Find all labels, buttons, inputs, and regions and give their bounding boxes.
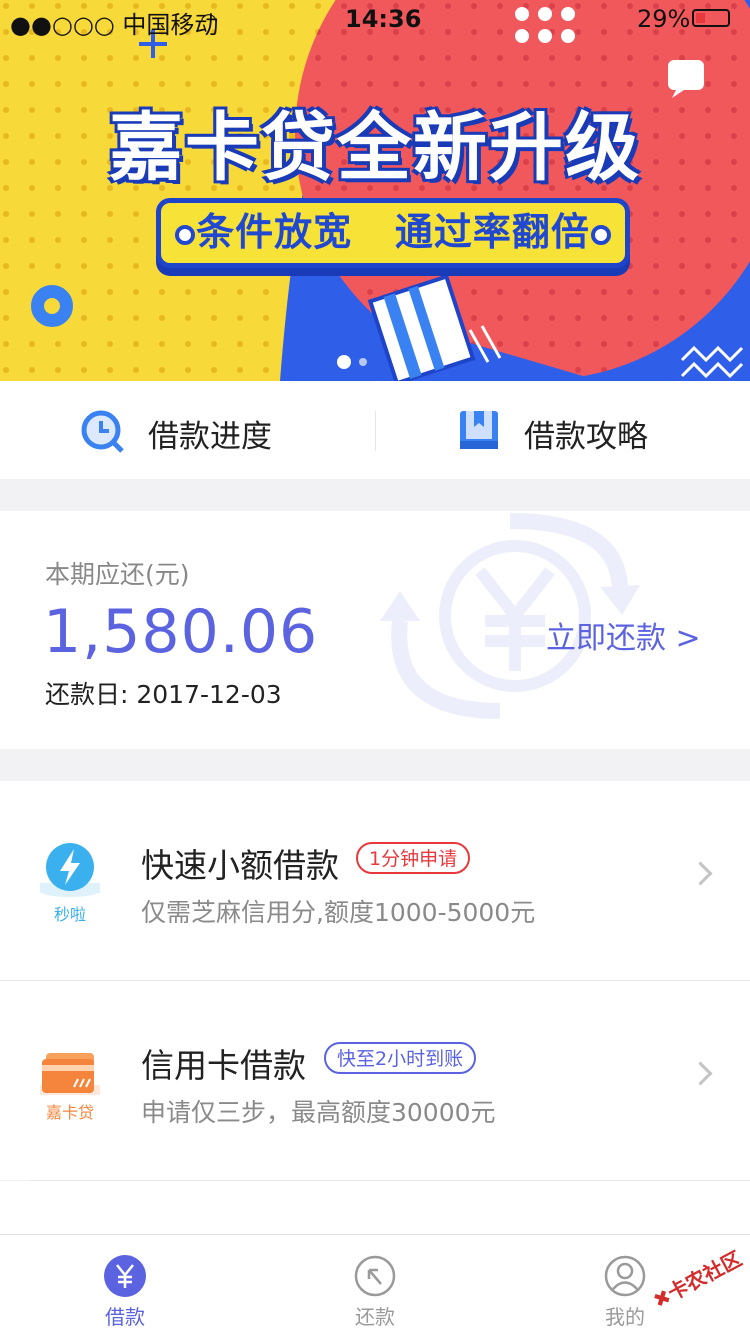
pill-dot-left <box>175 225 195 245</box>
loan-guide-link[interactable]: 借款攻略 <box>376 381 750 479</box>
lightning-icon <box>40 843 100 897</box>
quick-loan-title: 快速小额借款 <box>141 846 339 885</box>
status-bar: ●●○○○ 中国移动 ◠ 14:36 29% <box>0 0 750 40</box>
tab-bar: 借款 还款 我的 ✖卡农社区 <box>0 1234 750 1335</box>
loan-progress-label: 借款进度 <box>148 419 272 455</box>
loan-progress-link[interactable]: 借款进度 <box>0 381 375 479</box>
banner-subline-text: 条件放宽 通过率翻倍 <box>196 210 590 254</box>
loan-guide-label: 借款攻略 <box>524 419 648 455</box>
due-label: 本期应还(元) <box>45 560 190 589</box>
promo-banner[interactable]: ●●○○○ 中国移动 ◠ 14:36 29% 嘉卡贷全新升级 条件放宽 通过率翻… <box>0 0 750 381</box>
credit-loan-icon-caption: 嘉卡贷 <box>45 1103 94 1122</box>
book-icon <box>460 411 498 449</box>
battery-percent: 29% <box>637 5 691 33</box>
quick-links: 借款进度 借款攻略 <box>0 381 750 479</box>
banner-subline: 条件放宽 通过率翻倍 <box>156 198 630 268</box>
quick-loan-item[interactable]: 秒啦 快速小额借款 1分钟申请 仅需芝麻信用分,额度1000-5000元 <box>0 781 750 980</box>
repay-arrow-icon <box>354 1255 396 1297</box>
clock-time: 14:36 <box>345 5 422 33</box>
yen-icon <box>104 1255 146 1297</box>
quick-loan-subtitle: 仅需芝麻信用分,额度1000-5000元 <box>141 898 536 927</box>
credit-loan-title: 信用卡借款 <box>141 1046 306 1085</box>
clock-icon <box>81 410 124 453</box>
quick-loan-icon-caption: 秒啦 <box>53 905 86 924</box>
credit-card-loan-item[interactable]: 嘉卡贷 信用卡借款 快至2小时到账 申请仅三步，最高额度30000元 <box>0 981 750 1180</box>
due-amount: 1,580.06 <box>43 597 319 667</box>
card-icon <box>40 1053 100 1095</box>
credit-loan-tag: 快至2小时到账 <box>324 1042 477 1074</box>
repay-now-button[interactable]: 立即还款 > <box>546 613 701 657</box>
battery-icon <box>692 9 730 27</box>
tab-borrow[interactable]: 借款 <box>0 1235 250 1335</box>
repayment-card: 本期应还(元) 1,580.06 还款日: 2017-12-03 立即还款 > <box>0 511 750 749</box>
list-spacer <box>0 1181 750 1234</box>
due-date: 还款日: 2017-12-03 <box>45 680 282 709</box>
banner-headline: 嘉卡贷全新升级 <box>109 105 641 191</box>
carrier-label: ●●○○○ 中国移动 <box>10 11 219 39</box>
tab-repay-label: 还款 <box>355 1305 395 1329</box>
tab-repay[interactable]: 还款 <box>250 1235 500 1335</box>
wifi-icon: ◠ <box>200 8 218 32</box>
chevron-right-icon <box>688 1061 713 1086</box>
user-icon <box>604 1255 646 1297</box>
chevron-right-icon <box>688 861 713 886</box>
credit-loan-subtitle: 申请仅三步，最高额度30000元 <box>141 1098 496 1127</box>
tab-borrow-label: 借款 <box>105 1305 145 1329</box>
tab-mine-label: 我的 <box>605 1305 645 1329</box>
pill-dot-right <box>591 225 611 245</box>
quick-loan-tag: 1分钟申请 <box>356 842 471 874</box>
